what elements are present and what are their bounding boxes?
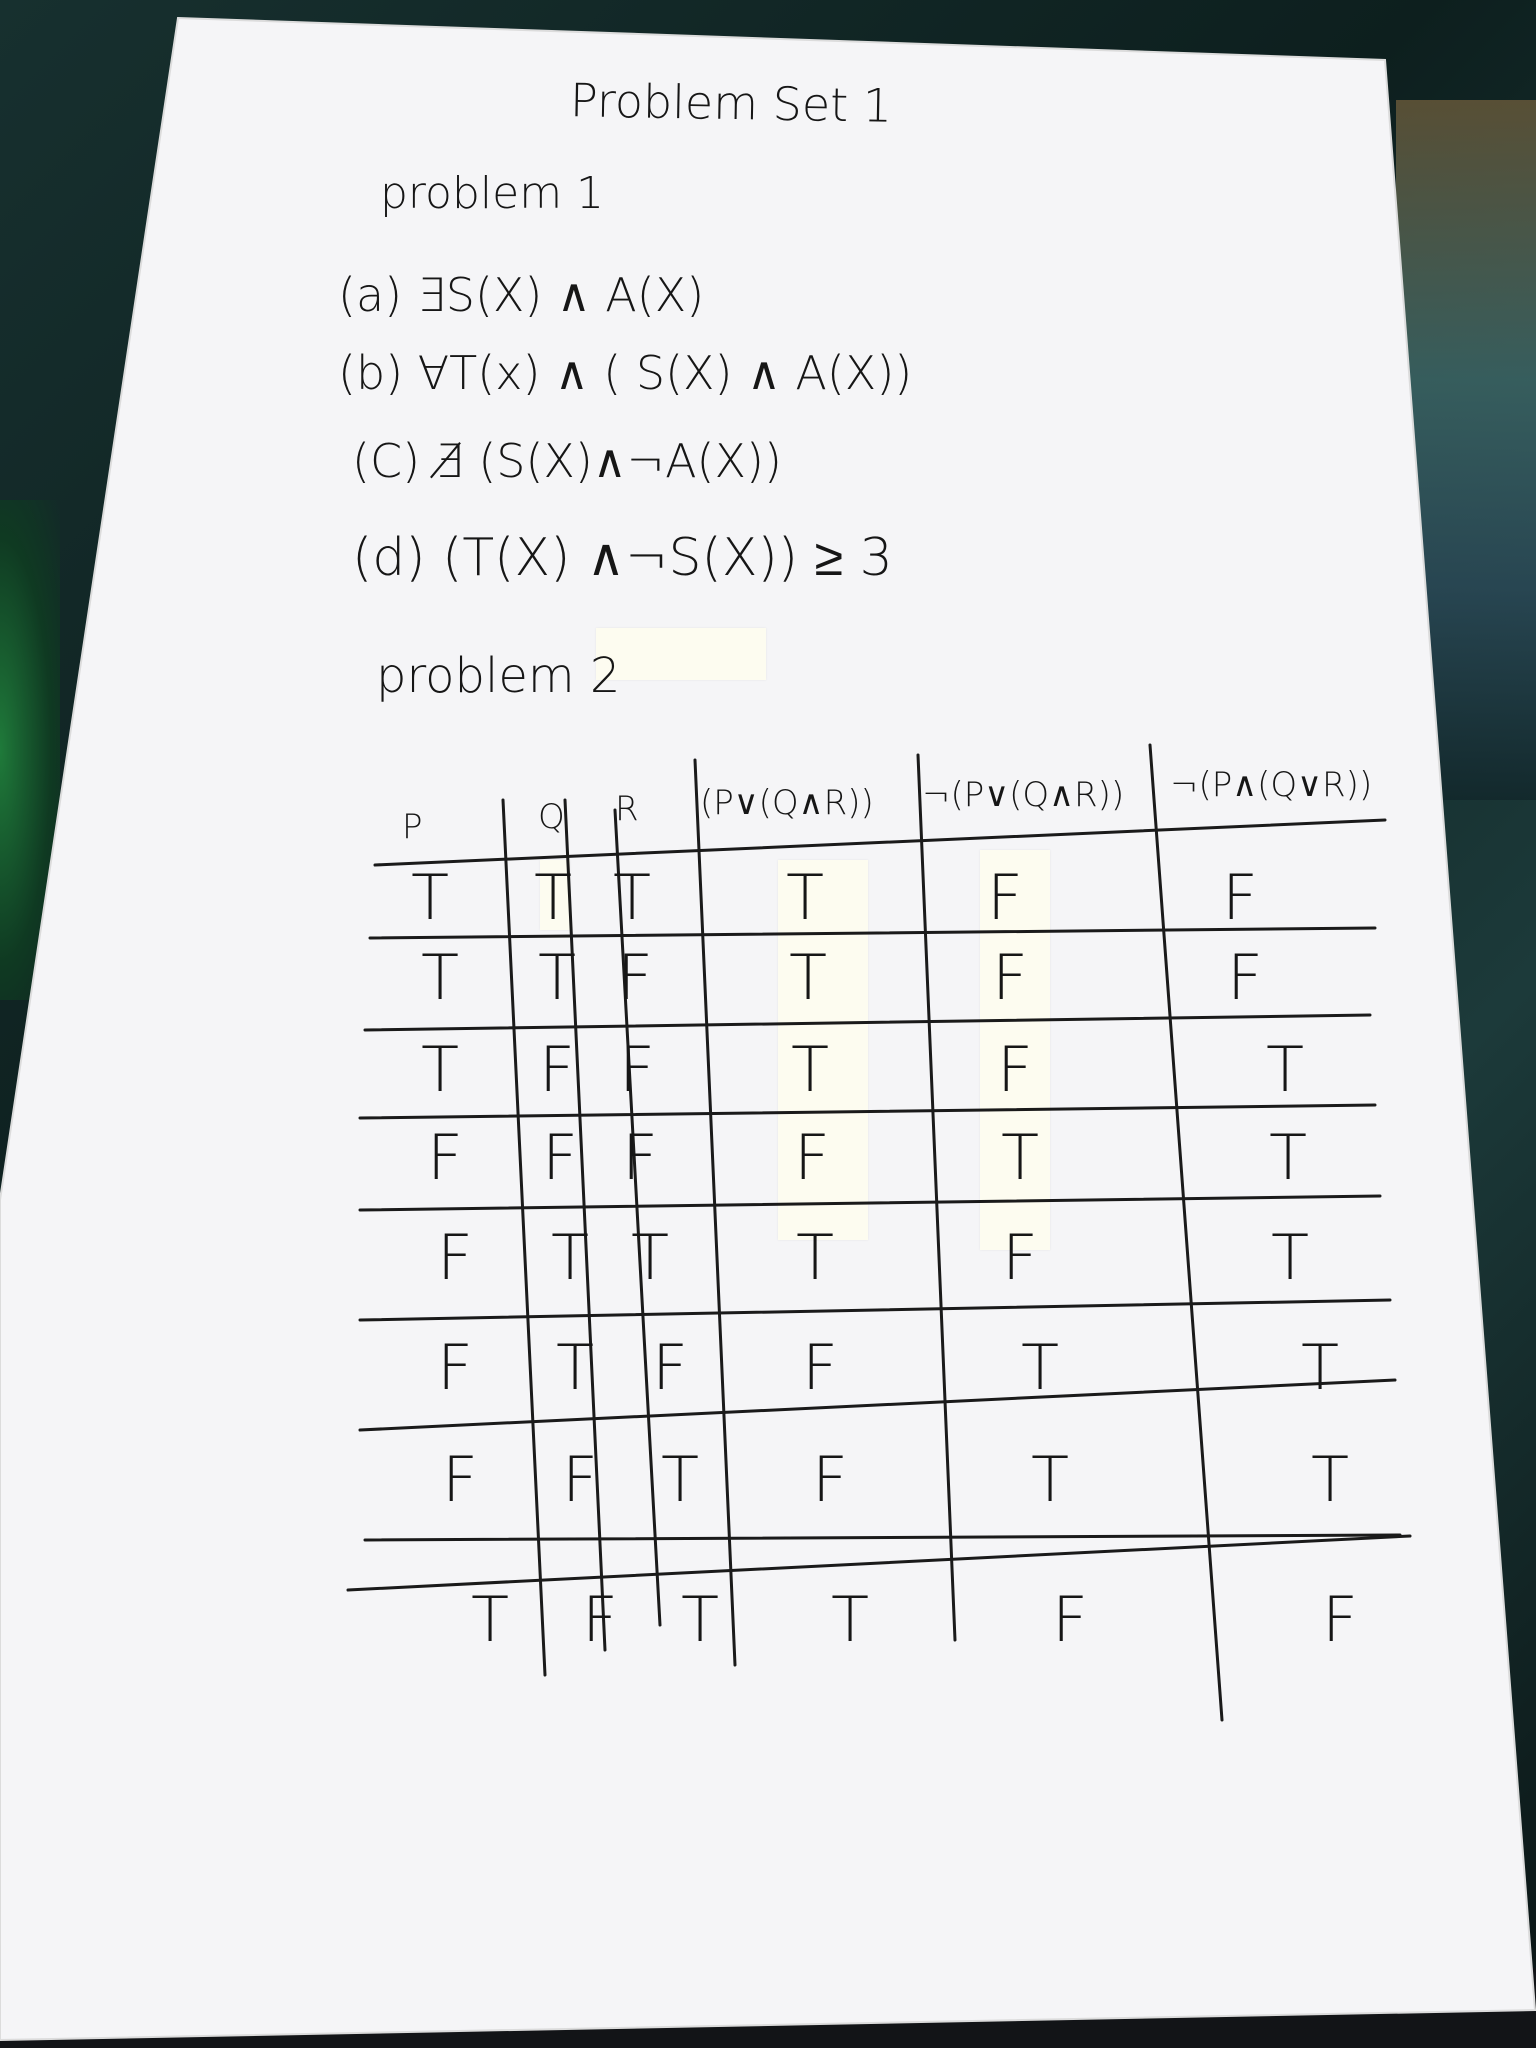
table-cell-p-or-q-and-r: T	[786, 861, 824, 934]
table-cell-p: F	[427, 1121, 463, 1194]
table-cell-q: T	[551, 1221, 589, 1294]
table-rule	[373, 818, 1387, 867]
table-cell-not-p-or-q-and-r: F	[987, 861, 1023, 934]
table-header-p: P	[402, 807, 423, 847]
table-cell-p: F	[437, 1331, 473, 1404]
table-cell-p: T	[421, 1033, 459, 1106]
table-cell-not-p-or-q-and-r: T	[1021, 1331, 1059, 1404]
table-cell-not-p-and-q-or-r: F	[1222, 861, 1258, 934]
table-cell-p-or-q-and-r: F	[794, 1121, 830, 1194]
table-cell-not-p-and-q-or-r: F	[1227, 941, 1263, 1014]
table-cell-p-or-q-and-r: T	[789, 941, 827, 1014]
truth-table-grid	[346, 743, 1412, 1722]
table-cell-r: T	[631, 1221, 669, 1294]
table-cell-r: T	[613, 861, 651, 934]
table-cell-not-p-or-q-and-r: F	[997, 1033, 1033, 1106]
table-rule	[346, 1534, 1412, 1592]
table-cell-not-p-and-q-or-r: T	[1269, 1121, 1307, 1194]
table-rule	[363, 1533, 1402, 1542]
table-cell-q: F	[539, 1033, 575, 1106]
table-cell-r: F	[622, 1121, 658, 1194]
table-cell-p: T	[471, 1583, 509, 1656]
table-rule	[358, 1378, 1397, 1432]
table-cell-q: T	[534, 861, 572, 934]
table-cell-r: F	[617, 941, 653, 1014]
table-header-col4: (P∨(Q∧R))	[700, 783, 874, 823]
table-cell-r: F	[652, 1331, 688, 1404]
paper-sheet: Problem Set 1 problem 1 (a) ∃S(X) ∧ A(X)…	[0, 0, 1536, 2048]
table-cell-q: F	[582, 1583, 618, 1656]
table-cell-not-p-or-q-and-r: T	[1031, 1443, 1069, 1516]
table-rule	[363, 1013, 1372, 1032]
table-header-r: R	[615, 789, 639, 829]
table-cell-not-p-or-q-and-r: T	[1001, 1121, 1039, 1194]
table-cell-not-p-and-q-or-r: T	[1271, 1221, 1309, 1294]
table-cell-p: T	[411, 861, 449, 934]
table-cell-not-p-or-q-and-r: F	[992, 941, 1028, 1014]
table-cell-p-or-q-and-r: F	[812, 1443, 848, 1516]
table-header-col6: ¬(P∧(Q∨R))	[1170, 765, 1373, 805]
table-cell-not-p-and-q-or-r: F	[1322, 1583, 1358, 1656]
table-cell-not-p-and-q-or-r: T	[1301, 1331, 1339, 1404]
table-rule	[358, 1298, 1392, 1322]
table-cell-r: T	[681, 1583, 719, 1656]
table-cell-not-p-or-q-and-r: F	[1002, 1221, 1038, 1294]
table-cell-r: T	[661, 1443, 699, 1516]
table-cell-q: F	[542, 1121, 578, 1194]
table-cell-not-p-or-q-and-r: F	[1052, 1583, 1088, 1656]
table-cell-q: T	[556, 1331, 594, 1404]
table-cell-p: T	[421, 941, 459, 1014]
table-cell-q: F	[562, 1443, 598, 1516]
table-header-col5: ¬(P∨(Q∧R))	[922, 775, 1125, 815]
table-cell-p: F	[437, 1221, 473, 1294]
table-cell-p-or-q-and-r: T	[796, 1221, 834, 1294]
table-column-line	[916, 753, 957, 1642]
table-header-q: Q	[538, 797, 565, 837]
table-cell-p-or-q-and-r: T	[831, 1583, 869, 1656]
table-rule	[358, 1103, 1377, 1120]
table-cell-p: F	[442, 1443, 478, 1516]
table-cell-r: F	[619, 1033, 655, 1106]
table-cell-p-or-q-and-r: F	[802, 1331, 838, 1404]
table-rule	[358, 1194, 1382, 1212]
table-cell-not-p-and-q-or-r: T	[1266, 1033, 1304, 1106]
table-cell-q: T	[538, 941, 576, 1014]
table-cell-not-p-and-q-or-r: T	[1311, 1443, 1349, 1516]
table-column-line	[693, 758, 737, 1667]
table-cell-p-or-q-and-r: T	[791, 1033, 829, 1106]
table-column-line	[1148, 743, 1224, 1722]
